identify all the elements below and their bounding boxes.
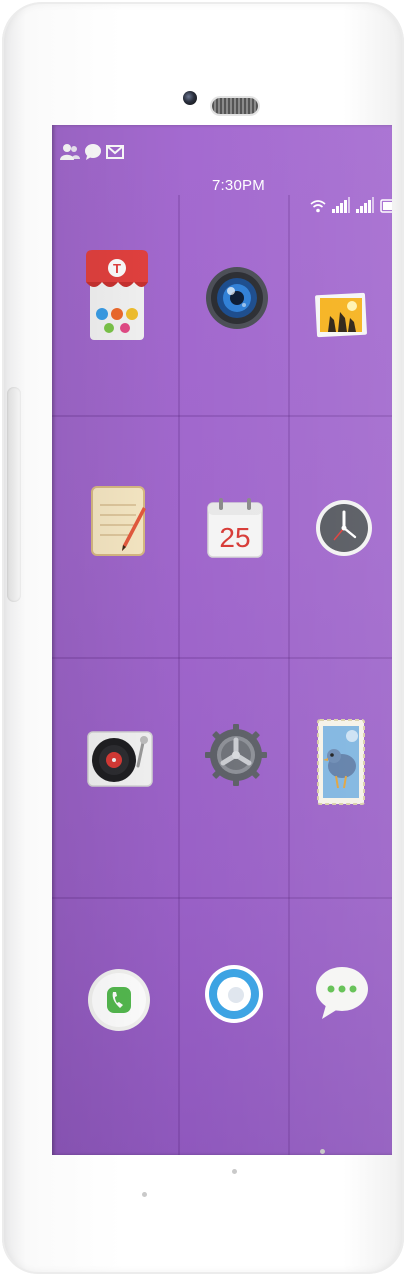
settings-app-icon[interactable]	[204, 723, 268, 787]
calendar-app-icon[interactable]: 25	[204, 497, 266, 559]
notes-app-icon[interactable]	[90, 485, 152, 559]
calendar-day-label: 25	[219, 522, 250, 553]
battery-icon	[380, 199, 392, 218]
contacts-icon	[60, 143, 80, 161]
grid-divider	[52, 897, 392, 899]
notification-icons	[60, 143, 124, 161]
mail-app-icon[interactable]	[316, 718, 366, 806]
earpiece-speaker	[212, 98, 258, 114]
home-key-dot[interactable]	[232, 1169, 237, 1174]
volume-button[interactable]	[7, 387, 21, 602]
phone-body: 7:30PM T 25	[2, 2, 404, 1274]
wifi-icon	[310, 199, 326, 218]
grid-divider	[52, 415, 392, 417]
grid-divider	[178, 195, 180, 1155]
music-app-icon[interactable]	[86, 730, 154, 788]
back-key-dot[interactable]	[142, 1192, 147, 1197]
phone-app-icon[interactable]	[86, 967, 152, 1033]
gallery-app-icon[interactable]	[314, 290, 368, 338]
front-camera	[183, 91, 197, 105]
camera-app-icon[interactable]	[204, 265, 270, 331]
store-app-icon[interactable]: T	[84, 248, 150, 344]
browser-app-icon[interactable]	[204, 949, 264, 1039]
chat-icon	[84, 143, 102, 161]
menu-key-dot[interactable]	[320, 1149, 325, 1154]
system-icons	[310, 197, 392, 218]
status-bar: 7:30PM	[52, 125, 392, 217]
svg-text:T: T	[113, 261, 121, 276]
signal-icon	[332, 197, 350, 218]
grid-divider	[288, 195, 290, 1155]
grid-divider	[52, 657, 392, 659]
mail-icon	[106, 144, 124, 160]
clock-app-icon[interactable]	[314, 498, 374, 558]
home-screen: 7:30PM T 25	[52, 125, 392, 1155]
status-clock: 7:30PM	[212, 177, 265, 194]
signal-icon	[356, 197, 374, 218]
messages-app-icon[interactable]	[314, 963, 370, 1023]
